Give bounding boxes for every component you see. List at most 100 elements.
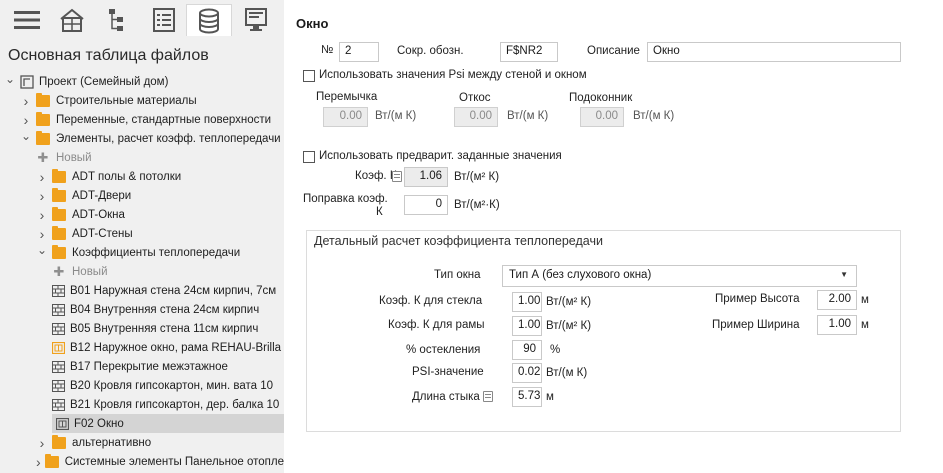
frame-k-field[interactable]: 1.00 (512, 316, 542, 336)
tree-item[interactable]: › Переменные, стандартные поверхности (0, 110, 284, 129)
correction-field[interactable]: 0 (404, 195, 448, 215)
tree-item[interactable]: › ADT-Двери (0, 186, 284, 205)
database-button[interactable] (186, 4, 232, 36)
tree-item-label: B17 Перекрытие межэтажное (70, 360, 228, 373)
sill-field[interactable]: 0.00 (580, 107, 624, 127)
tree-item[interactable]: B20 Кровля гипсокартон, мин. вата 10 (0, 376, 284, 395)
psi-value-field[interactable]: 0.02 (512, 363, 542, 383)
width-label: Пример Ширина (712, 319, 800, 331)
chevron-right-icon[interactable]: › (36, 435, 48, 451)
tree-item[interactable]: › Строительные материалы (0, 91, 284, 110)
description-label: Описание (587, 45, 640, 57)
reveal-label: Откос (459, 92, 491, 104)
chevron-down-icon[interactable]: ⌄ (36, 243, 48, 257)
lintel-unit: Вт/(м К) (375, 110, 417, 122)
window-type-label: Тип окна (434, 269, 481, 281)
chevron-down-icon[interactable]: ⌄ (4, 72, 16, 86)
tree-item-label: Проект (Семейный дом) (39, 75, 169, 88)
monitor-button[interactable] (233, 4, 279, 36)
tree-item[interactable]: B05 Внутренняя стена 11см кирпич (0, 319, 284, 338)
tree-item[interactable]: › ADT полы & потолки (0, 167, 284, 186)
tree-item[interactable]: › Системные элементы Панельное отопле (0, 452, 284, 471)
tree-item[interactable]: B21 Кровля гипсокартон, дер. балка 10 (0, 395, 284, 414)
joint-field[interactable]: 5.73 (512, 387, 542, 407)
chevron-right-icon[interactable]: › (36, 169, 48, 185)
height-label: Пример Высота (715, 293, 800, 305)
joint-label: Длина стыка (412, 391, 480, 403)
tree-item[interactable]: B17 Перекрытие межэтажное (0, 357, 284, 376)
building-button[interactable] (49, 4, 95, 36)
properties-panel: Окно № 2 Сокр. обозн. F$NR2 Описание Окн… (284, 0, 943, 473)
tree-item[interactable]: ⌄ Элементы, расчет коэфф. теплопередачи (0, 129, 284, 148)
tree-item-label: B12 Наружное окно, рама REHAU-Brilla (70, 341, 282, 354)
correction-unit: Вт/(м²·К) (454, 199, 500, 211)
tree-item-label: Системные элементы Панельное отопле (64, 455, 284, 468)
folder-icon (36, 111, 50, 126)
width-unit: м (861, 319, 869, 331)
window-type-select[interactable]: Тип А (без слухового окна) ▼ (502, 265, 857, 287)
list-button[interactable] (141, 4, 187, 36)
glass-k-field[interactable]: 1.00 (512, 292, 542, 312)
chevron-right-icon[interactable]: › (20, 112, 32, 128)
calculator-icon[interactable] (392, 171, 402, 182)
left-panel: Основная таблица файлов ⌄ Проект (Семейны… (0, 0, 284, 473)
glazing-label: % остекления (406, 344, 481, 356)
sill-unit: Вт/(м К) (633, 110, 675, 122)
folder-icon (52, 187, 66, 202)
frame-k-unit: Вт/(м² К) (546, 320, 592, 332)
k-field[interactable]: 1.06 (404, 167, 448, 187)
psi-checkbox[interactable] (303, 70, 315, 82)
tree-item[interactable]: ✚ Новый (0, 262, 284, 281)
tree-item[interactable]: › альтернативно (0, 433, 284, 452)
tree-item-label: B04 Внутренняя стена 24см кирпич (70, 303, 260, 316)
folder-icon (52, 434, 66, 449)
chevron-right-icon[interactable]: › (36, 454, 41, 470)
wall-icon (52, 322, 65, 335)
height-field[interactable]: 2.00 (817, 290, 857, 310)
tree-item[interactable]: F02 Окно (52, 414, 284, 433)
chevron-right-icon[interactable]: › (36, 207, 48, 223)
glazing-unit: % (550, 344, 561, 356)
lintel-field[interactable]: 0.00 (323, 107, 368, 127)
hamburger-menu-button[interactable] (4, 4, 50, 36)
detail-title: Детальный расчет коэффициента теплоперед… (314, 234, 603, 248)
tree-item[interactable]: › ADT-Стены (0, 224, 284, 243)
chevron-down-icon[interactable]: ⌄ (20, 129, 32, 143)
tree-item[interactable]: B12 Наружное окно, рама REHAU-Brilla (0, 338, 284, 357)
tree-item[interactable]: B01 Наружная стена 24см кирпич, 7см (0, 281, 284, 300)
tree-item-label: B05 Внутренняя стена 11см кирпич (70, 322, 259, 335)
tree-item[interactable]: › ADT-Окна (0, 205, 284, 224)
chevron-right-icon[interactable]: › (36, 226, 48, 242)
reveal-field[interactable]: 0.00 (454, 107, 498, 127)
preset-checkbox[interactable] (303, 151, 315, 163)
number-field[interactable]: 2 (339, 42, 379, 62)
chevron-right-icon[interactable]: › (36, 188, 48, 204)
database-icon (199, 8, 219, 33)
description-field[interactable]: Окно (647, 42, 901, 62)
joint-unit: м (546, 391, 554, 403)
psi-value-label: PSI-значение (412, 366, 484, 378)
chevron-right-icon[interactable]: › (20, 93, 32, 109)
tree-item-label: B01 Наружная стена 24см кирпич, 7см (70, 284, 277, 297)
psi-value-unit: Вт/(м К) (546, 367, 588, 379)
width-field[interactable]: 1.00 (817, 315, 857, 335)
tree-item[interactable]: B04 Внутренняя стена 24см кирпич (0, 300, 284, 319)
tree-item-label: B20 Кровля гипсокартон, мин. вата 10 (70, 379, 274, 392)
wall-icon (52, 360, 65, 373)
tree-item-label: ADT-Окна (72, 208, 125, 221)
tree-item-label: F02 Окно (74, 417, 124, 430)
hierarchy-button[interactable] (94, 4, 140, 36)
glazing-field[interactable]: 90 (512, 340, 542, 360)
tree-item[interactable]: ⌄ Коэффициенты теплопередачи (0, 243, 284, 262)
preset-checkbox-label: Использовать предварит. заданные значени… (319, 150, 562, 162)
glass-k-unit: Вт/(м² К) (546, 296, 592, 308)
abbr-field[interactable]: F$NR2 (500, 42, 558, 62)
joint-calculator-icon[interactable] (483, 391, 493, 402)
tree-item[interactable]: ✚ Новый (0, 148, 284, 167)
tree-item[interactable]: ⌄ Проект (Семейный дом) (0, 72, 284, 91)
wall-icon (52, 398, 65, 411)
glass-k-label: Коэф. К для стекла (379, 295, 483, 307)
number-label: № (321, 44, 334, 56)
tree-item-label: Переменные, стандартные поверхности (56, 113, 272, 126)
list-icon (153, 8, 175, 32)
